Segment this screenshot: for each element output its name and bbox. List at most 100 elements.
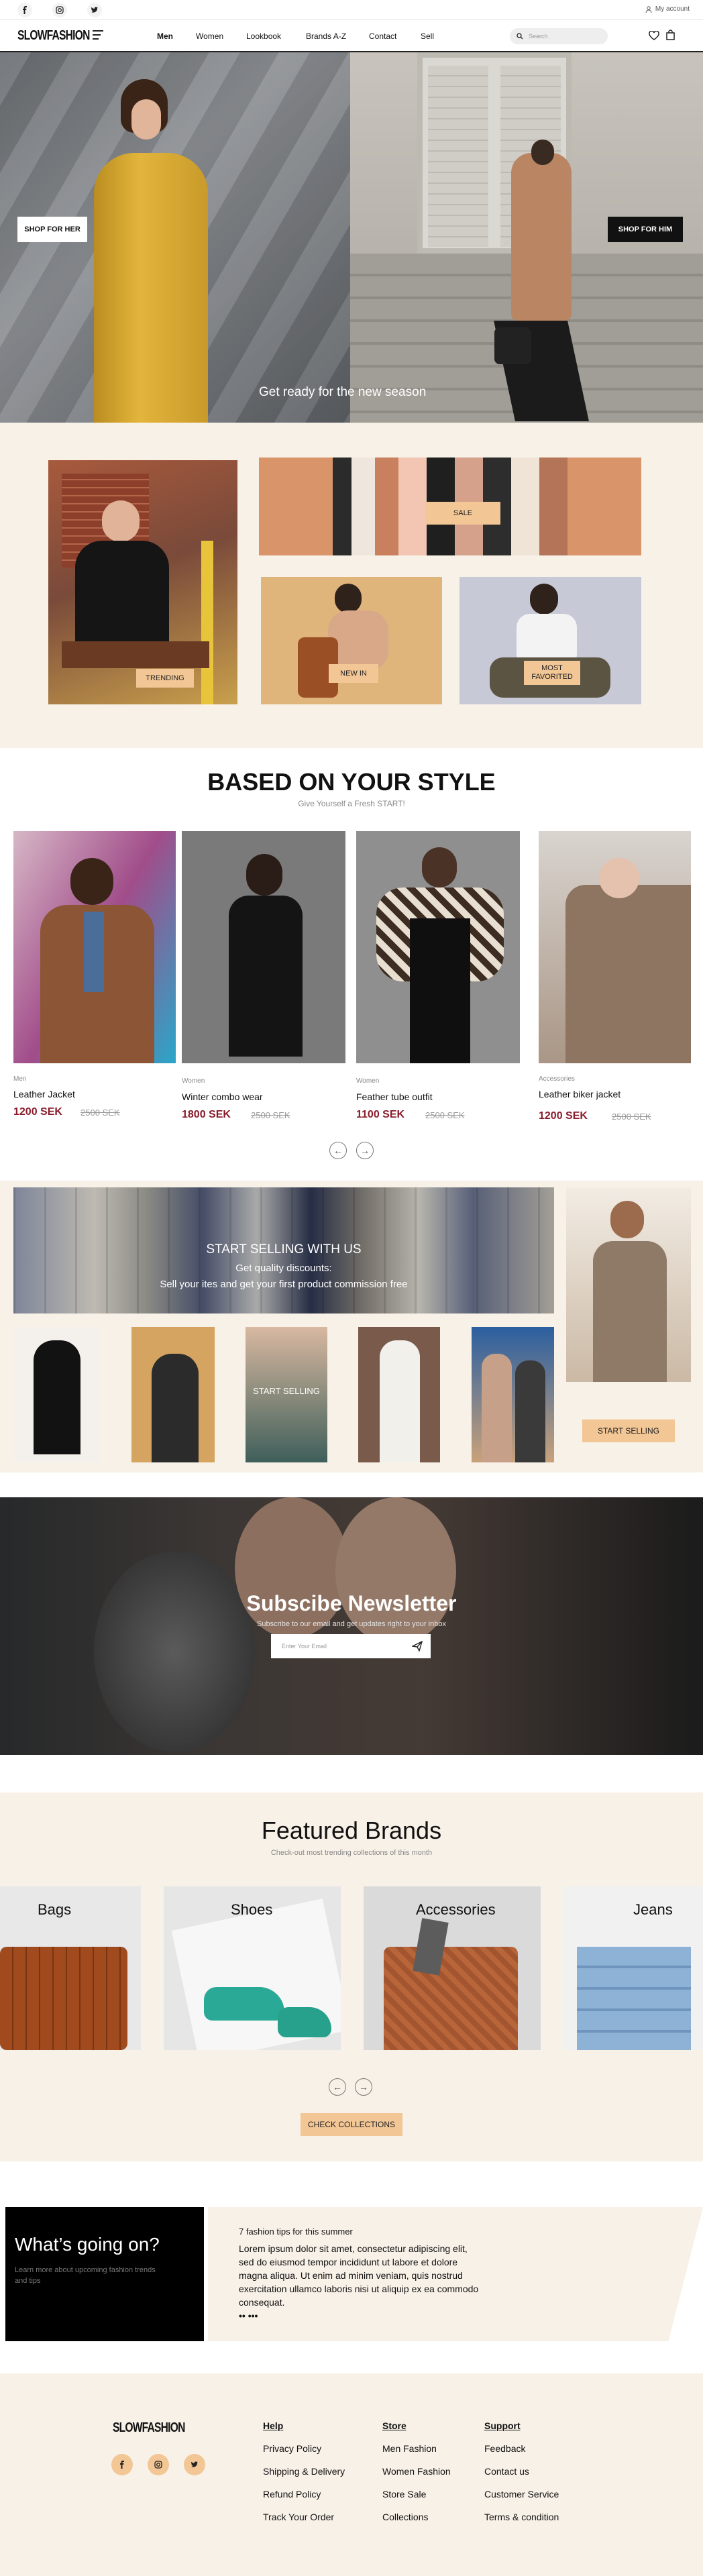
sell-start-card[interactable]: START SELLING — [246, 1327, 327, 1462]
footer-instagram-icon[interactable] — [148, 2454, 169, 2475]
blog-intro: What’s going on? Learn more about upcomi… — [5, 2207, 204, 2341]
category-section: TRENDING SALE NEW IN MOST FAVORITED — [0, 423, 703, 748]
footer-facebook-icon[interactable] — [111, 2454, 133, 2475]
next-arrow-icon[interactable]: → — [356, 1142, 374, 1159]
blog-section: What’s going on? Learn more about upcomi… — [0, 2161, 703, 2373]
email-field[interactable]: Enter Your Email — [271, 1634, 431, 1658]
brand-label: Jeans — [633, 1901, 673, 1918]
brand-card-shoes[interactable]: Shoes — [164, 1886, 341, 2050]
newsletter-title: Subscibe Newsletter — [246, 1591, 457, 1615]
footer-link[interactable]: Store Sale — [382, 2489, 426, 2500]
product-old-price: 2500 SEK — [612, 1112, 651, 1122]
footer-link[interactable]: Men Fashion — [382, 2443, 437, 2454]
product-price: 1100 SEK — [356, 1109, 405, 1120]
logo[interactable]: SLOWFASHION — [17, 28, 90, 44]
nav-lookbook[interactable]: Lookbook — [246, 32, 281, 41]
sell-side-photo — [566, 1187, 691, 1382]
product-price: 1800 SEK — [182, 1109, 231, 1120]
product-name[interactable]: Leather Jacket — [13, 1089, 75, 1099]
heart-icon[interactable] — [649, 31, 659, 40]
footer-link[interactable]: Contact us — [484, 2466, 529, 2477]
product-old-price: 2500 SEK — [80, 1108, 120, 1118]
menu-icon[interactable] — [93, 30, 103, 40]
top-bar: My account — [0, 0, 703, 20]
sell-title: START SELLING WITH US — [206, 1242, 362, 1256]
send-icon[interactable] — [412, 1641, 423, 1652]
facebook-icon[interactable] — [17, 3, 32, 17]
twitter-icon[interactable] — [87, 3, 102, 17]
footer-link[interactable]: Privacy Policy — [263, 2443, 321, 2454]
footer-logo[interactable]: SLOWFASHION — [113, 2420, 185, 2436]
footer-help-heading: Help — [263, 2420, 284, 2431]
post-body: Lorem ipsum dolor sit amet, consectetur … — [239, 2243, 479, 2308]
product-name[interactable]: Winter combo wear — [182, 1091, 263, 1102]
nav-sell[interactable]: Sell — [421, 32, 434, 41]
style-section: BASED ON YOUR STYLE Give Yourself a Fres… — [0, 748, 703, 1181]
new-in-card[interactable]: NEW IN — [261, 577, 442, 704]
prev-arrow-icon[interactable]: ← — [329, 2078, 346, 2096]
footer-link[interactable]: Terms & condition — [484, 2512, 559, 2522]
product-image[interactable] — [539, 831, 691, 1063]
check-collections-button[interactable]: CHECK COLLECTIONS — [301, 2113, 402, 2136]
newsletter-section: Subscibe Newsletter Subscribe to our ema… — [0, 1497, 703, 1755]
footer-store-heading: Store — [382, 2420, 407, 2431]
product-category: Accessories — [539, 1075, 575, 1083]
search-input[interactable]: Search — [510, 28, 608, 44]
product-image[interactable] — [356, 831, 520, 1063]
main-nav: SLOWFASHION Men Women Lookbook Brands A-… — [0, 20, 703, 52]
most-favorited-card[interactable]: MOST FAVORITED — [459, 577, 641, 704]
footer-link[interactable]: Track Your Order — [263, 2512, 334, 2522]
newsletter-subtitle: Subscribe to our email and get updates r… — [257, 1620, 446, 1628]
brand-card-jeans[interactable]: Jeans — [563, 1886, 703, 2050]
hero-caption: Get ready for the new season — [259, 385, 427, 399]
sell-photo — [472, 1327, 554, 1462]
search-placeholder: Search — [529, 33, 548, 40]
footer-link[interactable]: Shipping & Delivery — [263, 2466, 345, 2477]
next-arrow-icon[interactable]: → — [355, 2078, 372, 2096]
nav-brands[interactable]: Brands A-Z — [306, 32, 346, 41]
read-more-dots[interactable]: •• ••• — [239, 2310, 258, 2321]
start-selling-button[interactable]: START SELLING — [582, 1419, 675, 1442]
product-old-price: 2500 SEK — [251, 1110, 290, 1120]
nav-men[interactable]: Men — [157, 32, 173, 41]
my-account-link[interactable]: My account — [645, 5, 690, 13]
product-category: Women — [356, 1077, 380, 1085]
brand-card-accessories[interactable]: Accessories — [364, 1886, 541, 2050]
instagram-icon[interactable] — [52, 3, 67, 17]
new-in-label: NEW IN — [329, 664, 378, 683]
footer-link[interactable]: Refund Policy — [263, 2489, 321, 2500]
prev-arrow-icon[interactable]: ← — [329, 1142, 347, 1159]
post-title[interactable]: 7 fashion tips for this summer — [239, 2226, 353, 2237]
brand-card-bags[interactable]: Bags — [0, 1886, 141, 2050]
trending-card[interactable]: TRENDING — [48, 460, 237, 704]
product-image[interactable] — [182, 831, 345, 1063]
sale-label: SALE — [425, 502, 500, 525]
product-image[interactable] — [13, 831, 176, 1063]
brand-label: Shoes — [231, 1901, 273, 1918]
blog-subtitle: Learn more about upcoming fashion trends… — [15, 2266, 156, 2285]
search-icon — [517, 33, 523, 40]
sell-banner: START SELLING WITH US Get quality discou… — [13, 1187, 554, 1313]
footer: SLOWFASHION Help Privacy Policy Shipping… — [0, 2373, 703, 2576]
footer-link[interactable]: Feedback — [484, 2443, 525, 2454]
hero-banner: SHOP FOR HER SHOP FOR HIM Get ready for … — [0, 52, 703, 423]
brands-section: Featured Brands Check-out most trending … — [0, 1792, 703, 2161]
footer-link[interactable]: Women Fashion — [382, 2466, 451, 2477]
shop-for-him-button[interactable]: SHOP FOR HIM — [608, 217, 683, 242]
nav-contact[interactable]: Contact — [369, 32, 396, 41]
footer-link[interactable]: Collections — [382, 2512, 428, 2522]
user-icon — [645, 5, 652, 13]
product-name[interactable]: Feather tube outfit — [356, 1091, 433, 1102]
footer-link[interactable]: Customer Service — [484, 2489, 559, 2500]
product-category: Women — [182, 1077, 205, 1085]
sell-section: START SELLING WITH US Get quality discou… — [0, 1181, 703, 1472]
footer-twitter-icon[interactable] — [184, 2454, 205, 2475]
sale-card[interactable]: SALE — [259, 458, 641, 555]
nav-women[interactable]: Women — [196, 32, 223, 41]
shop-for-her-button[interactable]: SHOP FOR HER — [17, 217, 87, 242]
sell-photo — [358, 1327, 440, 1462]
sell-body: Sell your ites and get your first produc… — [160, 1279, 408, 1290]
sell-photo — [13, 1327, 99, 1462]
bag-icon[interactable] — [666, 30, 675, 40]
product-name[interactable]: Leather biker jacket — [539, 1089, 620, 1099]
